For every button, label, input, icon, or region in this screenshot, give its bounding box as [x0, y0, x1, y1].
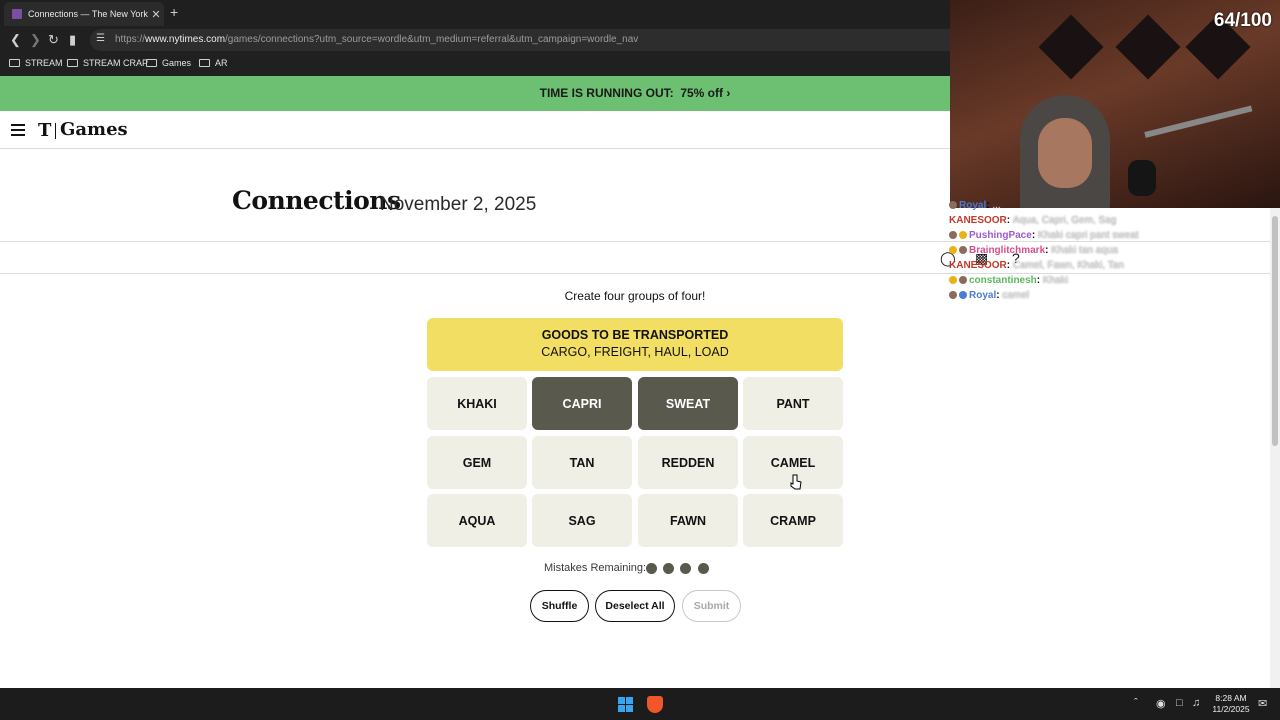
chat-badge-icon — [949, 276, 957, 285]
tile-cramp[interactable]: CRAMP — [743, 494, 843, 547]
chat-badge-icon — [959, 246, 967, 255]
chevron-up-icon[interactable]: ˆ — [1134, 697, 1138, 709]
url-text[interactable]: https://www.nytimes.com/games/connection… — [115, 34, 638, 45]
chat-badge-icon — [949, 201, 957, 210]
reload-icon[interactable]: ↻ — [48, 32, 59, 48]
tile-pant[interactable]: PANT — [743, 377, 843, 430]
clock-time: 8:28 AM — [1215, 693, 1247, 703]
tile-capri[interactable]: CAPRI — [532, 377, 632, 430]
volume-icon[interactable]: ♫ — [1192, 697, 1200, 709]
tile-aqua[interactable]: AQUA — [427, 494, 527, 547]
hand-cursor-icon — [790, 474, 802, 490]
shuffle-button[interactable]: Shuffle — [530, 590, 589, 622]
chat-badge-icon — [949, 246, 957, 255]
tile-fawn[interactable]: FAWN — [638, 494, 738, 547]
folder-icon — [199, 59, 210, 67]
scrollbar-thumb[interactable] — [1272, 216, 1278, 446]
mistake-dot — [698, 563, 709, 574]
deselect-all-button[interactable]: Deselect All — [595, 590, 675, 622]
divider — [0, 273, 1270, 274]
solved-members: CARGO, FREIGHT, HAUL, LOAD — [541, 345, 729, 359]
promo-text: TIME IS RUNNING OUT: — [539, 86, 674, 100]
page-scrollbar[interactable] — [1270, 208, 1280, 688]
bookmark-stream[interactable]: STREAM — [9, 58, 63, 68]
chat-line: constantinesh: Khaki — [949, 275, 1068, 286]
mic-arm — [1144, 105, 1253, 138]
chat-line: KANESOOR: Aqua, Capri, Gem, Sag — [949, 215, 1117, 226]
mistakes-label: Mistakes Remaining: — [544, 562, 647, 574]
tile-gem[interactable]: GEM — [427, 436, 527, 489]
nyt-logo[interactable]: T — [38, 120, 51, 141]
network-icon[interactable]: □ — [1176, 697, 1183, 709]
chat-line: PushingPace: Khaki capri pant sweat — [949, 230, 1139, 241]
bookmark-icon[interactable]: ▮ — [69, 32, 76, 48]
microphone-icon[interactable]: ◉ — [1156, 697, 1166, 710]
stream-counter: 64/100 — [1213, 10, 1272, 31]
tile-sweat[interactable]: SWEAT — [638, 377, 738, 430]
tab-connections[interactable]: Connections — The New York Ti ✕ — [4, 2, 164, 26]
chat-badge-icon — [959, 276, 967, 285]
folder-icon — [67, 59, 78, 67]
folder-icon — [146, 59, 157, 67]
puzzle-date: November 2, 2025 — [380, 194, 537, 215]
address-bar[interactable]: ☰ https://www.nytimes.com/games/connecti… — [90, 29, 960, 51]
mistake-dot — [646, 563, 657, 574]
chevron-right-icon: › — [726, 86, 731, 100]
solved-category: GOODS TO BE TRANSPORTED — [541, 328, 729, 342]
folder-icon — [9, 59, 20, 67]
logo-divider — [55, 123, 56, 139]
tile-sag[interactable]: SAG — [532, 494, 632, 547]
bookmark-stream-crap[interactable]: STREAM CRAP — [67, 58, 148, 68]
chat-line: Royal: ... — [949, 200, 1001, 211]
chat-line: Brainglitchmark: Khaki tan aqua — [949, 245, 1118, 256]
mistake-dot — [663, 563, 674, 574]
webcam-overlay: 64/100 — [950, 0, 1280, 208]
acoustic-panel — [1038, 14, 1104, 80]
forward-arrow-icon[interactable]: ❯ — [30, 32, 41, 48]
mistake-dot — [680, 563, 691, 574]
promo-sale: 75% off — [680, 86, 723, 100]
bookmark-games[interactable]: Games — [146, 58, 191, 68]
chat-line: Royal: camel — [949, 290, 1029, 301]
tile-tan[interactable]: TAN — [532, 436, 632, 489]
back-arrow-icon[interactable]: ❮ — [10, 32, 21, 48]
bookmark-ar[interactable]: AR — [199, 58, 228, 68]
tab-title: Connections — The New York Ti — [28, 9, 148, 19]
brave-browser-icon[interactable] — [647, 696, 663, 713]
new-tab-button[interactable]: + — [170, 4, 178, 20]
tile-khaki[interactable]: KHAKI — [427, 377, 527, 430]
chat-badge-icon — [949, 291, 957, 300]
windows-start-icon[interactable] — [618, 697, 633, 712]
submit-button[interactable]: Submit — [682, 590, 741, 622]
notifications-icon[interactable]: ✉ — [1258, 697, 1267, 710]
chat-badge-icon — [959, 291, 967, 300]
chat-badge-icon — [959, 231, 967, 240]
windows-taskbar: ˆ ◉ □ ♫ 8:28 AM 11/2/2025 ✉ — [0, 688, 1280, 720]
chat-badge-icon — [949, 231, 957, 240]
site-settings-icon[interactable]: ☰ — [96, 33, 105, 44]
hamburger-menu-icon[interactable] — [11, 124, 25, 136]
solved-group-yellow: GOODS TO BE TRANSPORTED CARGO, FREIGHT, … — [427, 318, 843, 371]
microphone — [1128, 160, 1156, 196]
divider — [0, 241, 1270, 242]
tile-redden[interactable]: REDDEN — [638, 436, 738, 489]
acoustic-panel — [1115, 14, 1181, 80]
nyt-games-favicon-icon — [12, 9, 22, 19]
streamer-face — [1038, 118, 1092, 188]
clock-date: 11/2/2025 — [1212, 704, 1250, 714]
games-logo-text[interactable]: Games — [60, 119, 128, 140]
close-tab-icon[interactable]: ✕ — [148, 8, 164, 21]
page-title: Connections — [232, 186, 401, 215]
chat-line: KANESOOR: Camel, Fawn, Khaki, Tan — [949, 260, 1124, 271]
instructions: Create four groups of four! — [564, 289, 706, 303]
system-clock[interactable]: 8:28 AM 11/2/2025 — [1208, 693, 1254, 715]
